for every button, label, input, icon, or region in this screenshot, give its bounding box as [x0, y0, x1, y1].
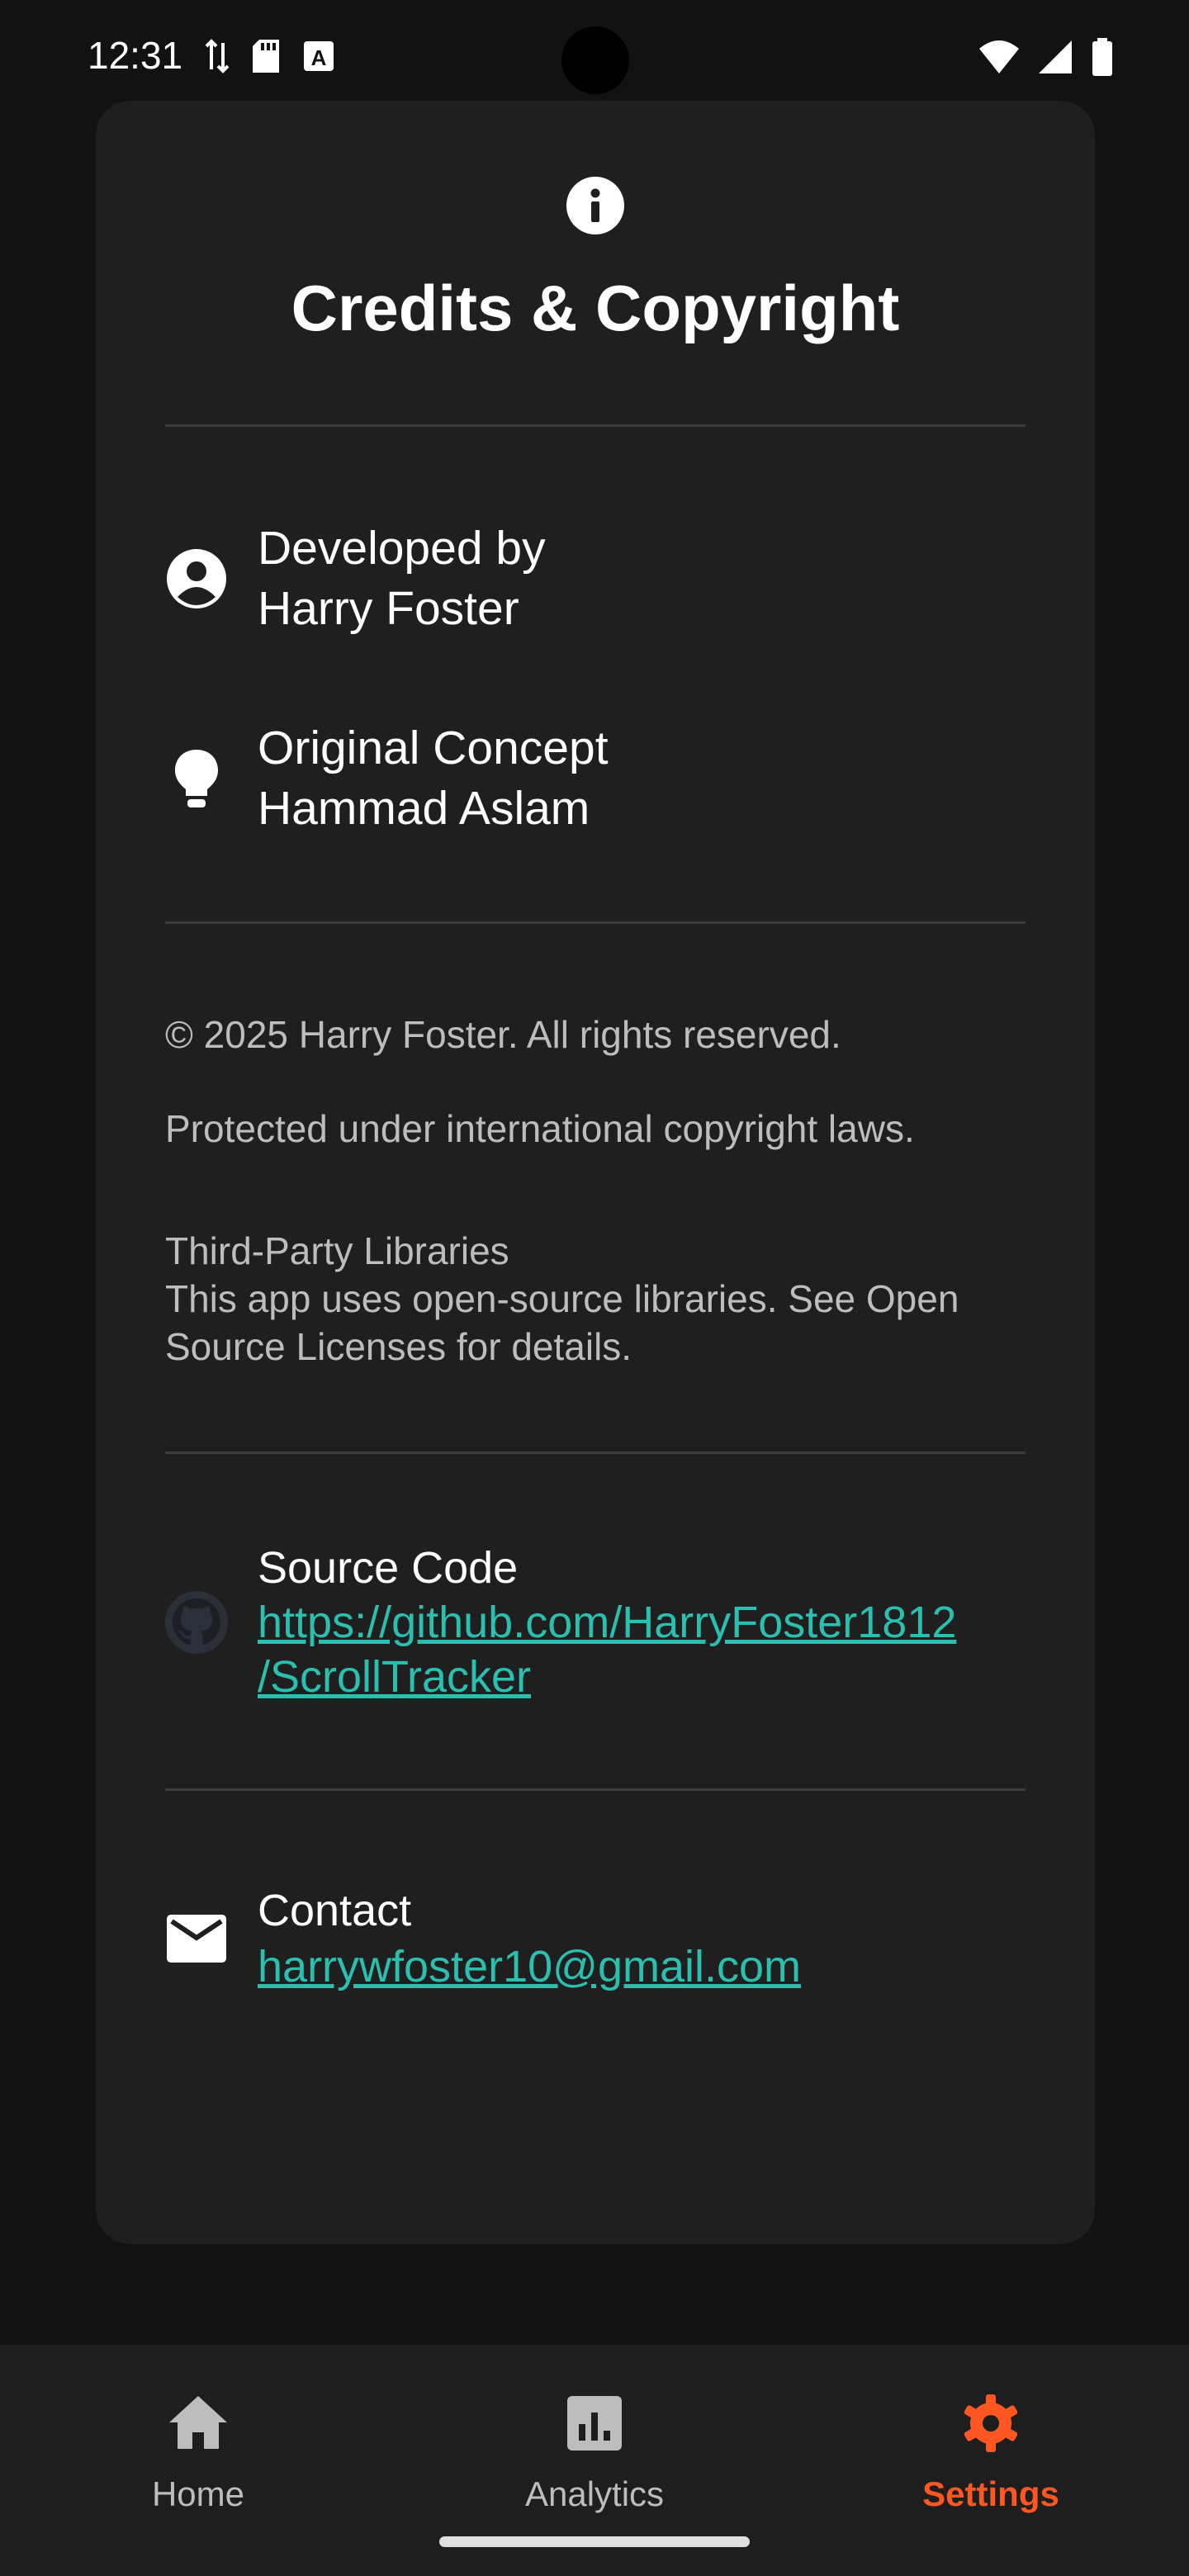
account-circle-icon [165, 547, 228, 610]
status-icons-right [978, 38, 1115, 76]
divider [165, 921, 1026, 924]
sd-card-icon [253, 40, 279, 73]
protection-text: Protected under international copyright … [165, 1107, 915, 1150]
mail-icon [165, 1907, 228, 1970]
status-icons-left: A [205, 38, 335, 74]
divider [165, 1451, 1026, 1454]
font-a-icon: A [304, 41, 334, 71]
credit-label: Original Concept [258, 722, 609, 774]
info-icon [566, 177, 624, 234]
nav-settings-label: Settings [922, 2474, 1059, 2513]
credit-value: Hammad Aslam [258, 782, 590, 835]
data-transfer-icon [205, 39, 230, 73]
source-link-line[interactable]: https://github.com/HarryFoster1812 [258, 1595, 956, 1650]
copyright-text: © 2025 Harry Foster. All rights reserved… [165, 1013, 841, 1056]
nav-analytics-label: Analytics [524, 2474, 665, 2513]
third-party-section: Third-Party Libraries This app uses open… [165, 1227, 1032, 1371]
cell-signal-icon [1039, 40, 1072, 73]
nav-home-label: Home [151, 2474, 245, 2513]
source-code-label: Source Code [258, 1543, 519, 1593]
lightbulb-icon [165, 747, 228, 810]
gear-icon [964, 2394, 1018, 2452]
svg-text:A: A [311, 45, 327, 70]
home-icon [169, 2396, 227, 2449]
third-party-title: Third-Party Libraries [165, 1229, 509, 1272]
credit-concept: Original Concept Hammad Aslam [165, 718, 609, 839]
nav-home[interactable]: Home [74, 2391, 322, 2514]
credit-label: Developed by [258, 522, 546, 575]
credit-developer: Developed by Harry Foster [165, 519, 546, 639]
source-code-row: Source Code https://github.com/HarryFost… [165, 1541, 956, 1704]
credit-value: Harry Foster [258, 582, 519, 635]
nav-settings[interactable]: Settings [867, 2391, 1115, 2514]
source-code-link[interactable]: https://github.com/HarryFoster1812 /Scro… [258, 1595, 956, 1704]
camera-cutout [561, 26, 629, 94]
source-link-line[interactable]: /ScrollTracker [258, 1650, 956, 1704]
credits-card: Credits & Copyright Developed by Harry F… [96, 101, 1095, 2244]
home-indicator[interactable] [439, 2536, 750, 2547]
battery-icon [1092, 38, 1112, 76]
contact-email-link[interactable]: harrywfoster10@gmail.com [258, 1939, 801, 1995]
nav-analytics[interactable]: Analytics [471, 2391, 718, 2514]
divider [165, 424, 1026, 427]
analytics-icon [567, 2396, 622, 2451]
divider [165, 1788, 1026, 1791]
third-party-text: This app uses open-source libraries. See… [165, 1277, 959, 1368]
status-bar: 12:31 A [0, 0, 1189, 107]
contact-row: Contact harrywfoster10@gmail.com [165, 1882, 801, 1995]
github-icon [165, 1591, 228, 1654]
card-title: Credits & Copyright [291, 272, 900, 344]
status-time: 12:31 [88, 34, 183, 77]
contact-label: Contact [258, 1886, 412, 1935]
wifi-icon [979, 40, 1019, 73]
